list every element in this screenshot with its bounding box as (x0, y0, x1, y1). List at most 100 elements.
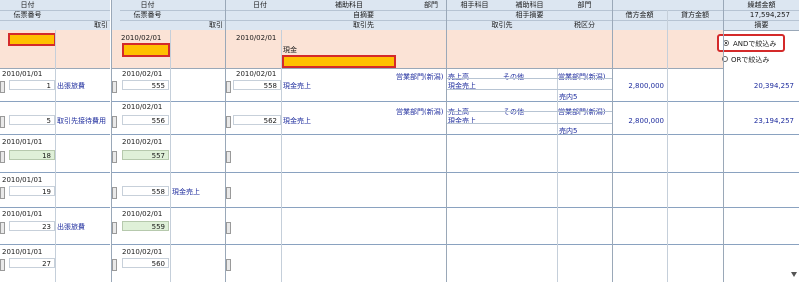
row-handle[interactable] (112, 151, 117, 163)
row-handle[interactable] (0, 222, 5, 234)
slip-number[interactable]: 557 (122, 150, 169, 160)
row-description: 取引先接待費用 (57, 117, 106, 125)
vendor-filter-input[interactable] (282, 55, 396, 68)
row-handle[interactable] (112, 81, 117, 93)
scroll-down-icon[interactable] (791, 272, 797, 277)
row-summary: 現金売上 (283, 82, 311, 90)
header-vendor: 取引先 (353, 21, 374, 29)
header-balance: 繰越金額 (747, 1, 776, 9)
radio-and-label: ANDで絞込み (733, 40, 777, 48)
table-row[interactable]: 2010/02/01 560 (112, 247, 225, 282)
row-date: 2010/02/01 (122, 248, 163, 256)
carried-balance: 17,594,257 (749, 11, 790, 19)
header-counter-department: 部門 (577, 1, 592, 9)
pane-3-filter-row: 2010/02/01 現金 (226, 30, 723, 69)
and-filter-option[interactable]: ANDで絞込み (717, 34, 785, 52)
pane-3: 日付 補助科目 部門 自摘要 取引先 相手科目 補助科目 部門 相手摘要 取引先… (225, 0, 799, 282)
slip-number[interactable]: 19 (9, 186, 55, 196)
row-counter-department: 営業部門(新潟) (558, 73, 606, 81)
slip-number[interactable]: 27 (9, 258, 55, 268)
table-row[interactable]: 2010/02/01 558 現金売上 営業部門(新潟) 売上高 その他 営業部… (226, 69, 799, 102)
header-counter-summary: 相手摘要 (515, 11, 544, 19)
row-date: 2010/01/01 (2, 210, 43, 218)
row-handle[interactable] (226, 222, 231, 234)
table-row[interactable]: 2010/02/01 556 (112, 102, 225, 135)
row-handle[interactable] (112, 222, 117, 234)
slip-number[interactable]: 1 (9, 80, 55, 90)
table-row[interactable] (226, 137, 799, 173)
row-date: 2010/02/01 (122, 70, 163, 78)
table-row[interactable] (226, 175, 799, 208)
row-date: 2010/02/01 (122, 210, 163, 218)
pane-2: 日付 伝票番号 取引 2010/02/01 2010/02/01 555 201… (111, 0, 225, 282)
header-vendor: 取引 (94, 21, 108, 29)
pane-2-header: 日付 伝票番号 取引 (112, 0, 225, 31)
header-date: 日付 (253, 1, 267, 9)
slip-number-filter-input[interactable] (122, 43, 170, 57)
slip-number[interactable]: 562 (233, 115, 281, 125)
row-handle[interactable] (112, 116, 117, 128)
header-counter-subaccount: 補助科目 (515, 1, 544, 9)
row-handle[interactable] (0, 259, 5, 271)
row-credit (667, 81, 723, 91)
filter-date: 2010/02/01 (121, 34, 162, 42)
row-handle[interactable] (226, 116, 231, 128)
row-balance: 20,394,257 (753, 82, 794, 90)
slip-number[interactable]: 558 (233, 80, 281, 90)
or-filter-option[interactable]: ORで絞込み (719, 54, 787, 66)
row-handle[interactable] (226, 81, 231, 93)
header-summary: 自摘要 (353, 11, 374, 19)
row-debit: 2,800,000 (628, 82, 664, 90)
pane-3-header: 日付 補助科目 部門 自摘要 取引先 相手科目 補助科目 部門 相手摘要 取引先… (226, 0, 799, 31)
table-row[interactable] (226, 209, 799, 245)
row-handle[interactable] (226, 187, 231, 199)
row-department: 営業部門(新潟) (396, 108, 444, 116)
row-date: 2010/01/01 (2, 176, 43, 184)
row-handle[interactable] (0, 187, 5, 199)
slip-number[interactable]: 556 (122, 115, 169, 125)
row-handle[interactable] (226, 259, 231, 271)
row-tax-category: 売内5 (559, 93, 578, 101)
date-filter-input[interactable] (8, 33, 56, 46)
header-counter-vendor: 取引先 (491, 21, 513, 29)
row-date: 2010/02/01 (236, 70, 277, 78)
slip-number[interactable]: 5 (9, 115, 55, 125)
slip-number[interactable]: 559 (122, 221, 169, 231)
row-counter-summary: 現金売上 (448, 117, 476, 125)
header-date: 日付 (20, 1, 35, 9)
row-date: 2010/01/01 (2, 138, 43, 146)
row-credit (667, 116, 723, 126)
slip-number[interactable]: 23 (9, 221, 55, 231)
table-row[interactable] (226, 247, 799, 282)
slip-number[interactable]: 560 (122, 258, 169, 268)
table-row[interactable]: 2010/02/01 557 (112, 137, 225, 173)
table-row[interactable]: 2010/02/01 555 (112, 69, 225, 102)
row-handle[interactable] (226, 151, 231, 163)
radio-or-label: ORで絞込み (731, 56, 770, 64)
slip-number[interactable]: 18 (9, 150, 55, 160)
row-handle[interactable] (0, 151, 5, 163)
row-date: 2010/02/01 (122, 138, 163, 146)
row-handle[interactable] (112, 187, 117, 199)
header-debit: 借方金額 (625, 11, 654, 19)
row-counter-department: 営業部門(新潟) (558, 108, 606, 116)
row-handle[interactable] (0, 81, 5, 93)
row-date: 2010/02/01 (122, 103, 163, 111)
pane-1: 日付 伝票番号 取引 2010/01/01 1 出張旅費 5 取引先接待費用 2… (0, 0, 110, 282)
header-date: 日付 (140, 1, 155, 9)
header-slip-number: 伝票番号 (13, 11, 42, 19)
slip-number[interactable]: 555 (122, 80, 169, 90)
table-row[interactable]: 558 現金売上 (112, 175, 225, 208)
row-department: 営業部門(新潟) (396, 73, 444, 81)
row-handle[interactable] (0, 116, 5, 128)
row-handle[interactable] (112, 259, 117, 271)
header-vendor: 取引 (209, 21, 223, 29)
slip-number[interactable]: 558 (122, 186, 169, 196)
table-row[interactable]: 2010/02/01 559 (112, 209, 225, 245)
table-row[interactable]: 562 現金売上 営業部門(新潟) 売上高 その他 営業部門(新潟) 現金売上 … (226, 102, 799, 135)
filter-account: 現金 (283, 46, 297, 54)
pane-1-header: 日付 伝票番号 取引 (0, 0, 110, 31)
row-date: 2010/01/01 (2, 248, 43, 256)
row-tax-category: 売内5 (559, 127, 578, 135)
header-tax-category: 税区分 (574, 21, 595, 29)
